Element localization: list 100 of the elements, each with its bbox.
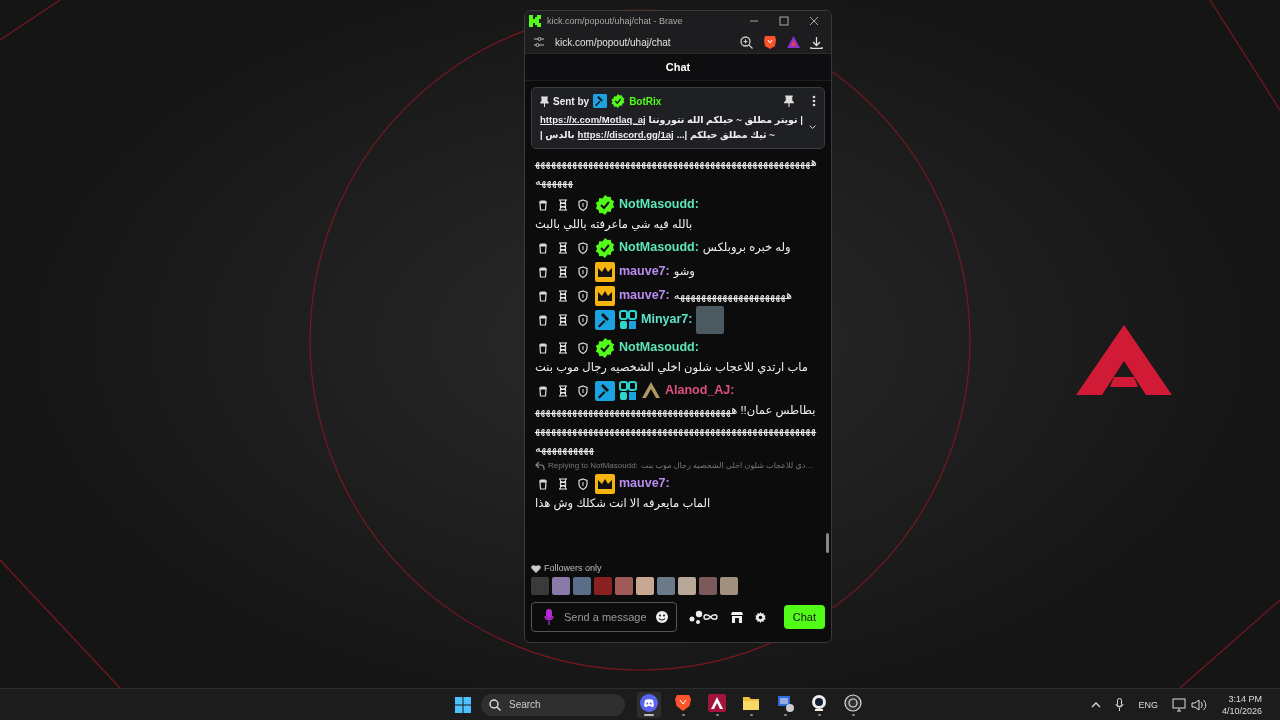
computer-icon [776,693,794,712]
chat-app-icon [640,693,658,712]
pin-icon [540,95,549,107]
message-text: الماب مايعرفه الا انت شكلك وش هذا [535,496,712,513]
maximize-icon[interactable] [779,16,789,26]
reply-label: Replying to NotMasoudd: [548,460,638,472]
message-text: هههههههههههههههههههههه [673,288,793,304]
close-icon[interactable] [809,16,819,26]
recorder-icon [844,693,862,712]
username[interactable]: mauve7: [619,474,670,493]
emote-image [696,306,725,334]
hourglass-icon[interactable] [557,385,569,397]
app-icon [708,693,726,712]
verified-badge-icon [611,94,626,108]
hourglass-icon[interactable] [557,290,569,302]
hourglass-icon[interactable] [557,478,569,490]
trash-icon[interactable] [537,385,549,397]
trash-icon[interactable] [537,314,549,326]
message-text: وله خبره بروبلكس [702,240,792,257]
store-icon[interactable] [731,611,743,623]
microphone-icon [544,609,554,625]
hammer-badge-icon [595,381,615,401]
sent-by-label: Sent by [553,95,590,107]
message-input[interactable]: Send a message [531,602,677,632]
verified-badge-icon [595,238,615,258]
trash-icon[interactable] [537,290,549,302]
hourglass-icon[interactable] [557,314,569,326]
hammer-badge-icon [593,94,608,108]
crown-badge-icon [595,286,615,306]
search-field[interactable]: Search [481,693,625,716]
shield-icon[interactable] [577,290,589,302]
shield-icon[interactable] [577,242,589,254]
pin-icon[interactable] [784,95,794,107]
clock-time: 3:14 PM [1228,692,1262,705]
username[interactable]: NotMasoudd: [619,238,699,257]
download-icon[interactable] [810,35,823,49]
hourglass-icon[interactable] [557,266,569,278]
shield-icon[interactable] [577,385,589,397]
scrollbar-thumb[interactable] [826,533,829,553]
hourglass-icon[interactable] [557,242,569,254]
message-text: بالله فيه شي ماعرفته باللي بالبث [535,217,694,233]
followers-only-label: Followers only [544,563,602,573]
trash-icon[interactable] [537,199,549,211]
taskbar-app[interactable] [637,691,661,718]
language-indicator[interactable]: ENG [1138,699,1158,710]
trash-icon[interactable] [537,242,549,254]
username[interactable]: Minyar7: [641,310,693,329]
trash-icon[interactable] [537,478,549,490]
triangle-icon[interactable] [787,36,800,48]
reply-arrow-icon [535,461,545,471]
crown-badge-icon [595,474,615,494]
verified-badge-icon [595,338,615,358]
link[interactable]: https://discord.gg/1aj [577,127,674,142]
username[interactable]: mauve7: [619,262,670,281]
chevron-down-icon[interactable] [808,124,816,130]
trash-icon[interactable] [537,266,549,278]
username[interactable]: mauve7: [619,286,670,305]
chat-send-button[interactable]: Chat [783,605,825,629]
site-settings-icon[interactable] [533,36,545,48]
clock[interactable]: 3:14 PM 4/10/2026 [1221,692,1262,717]
hourglass-icon[interactable] [557,199,569,211]
hourglass-icon[interactable] [557,342,569,354]
shield-icon[interactable] [577,342,589,354]
clock-date: 4/10/2026 [1221,704,1262,717]
message-text: بطاطس عمان!! هههههههههههههههههههههههههههههههههههههههههههههههههههههههههههههههههههههههههههههههههههههههههههههههههههههه [535,403,818,457]
logo-icon [1076,325,1172,395]
zoom-icon[interactable] [740,35,753,49]
emoji-icon [656,611,668,623]
microphone-icon[interactable] [1115,698,1125,711]
pinned-text: | تويتر مطلق ~ حيلكم الله تتوروننا [648,113,803,127]
lion-shield-icon[interactable] [763,34,777,50]
username[interactable]: NotMasoudd: [619,338,699,357]
taskbar-app[interactable] [705,691,729,718]
message-text: ماب ارتدي للاعجاب شلون اخلي الشخصيه رجال موب بنت [535,360,809,376]
chevron-up-icon[interactable] [1091,701,1102,708]
taskbar-app[interactable] [841,691,865,718]
window-title: kick.com/popout/uhaj/chat - Brave [547,16,684,26]
reply-quote: …دي للاعجاب شلون اخلي الشخصيه رجال موب بنت [640,460,814,472]
pinned-text: بالدس | [540,128,575,142]
username[interactable]: NotMasoudd: [619,195,699,214]
username[interactable]: Alanod_AJ: [665,381,735,400]
message-input[interactable]: Send a message [562,610,648,624]
shield-icon[interactable] [577,478,589,490]
shield-icon[interactable] [577,266,589,278]
points-infinity-icon[interactable] [689,610,719,624]
heart-icon [531,563,541,573]
start-icon[interactable] [455,696,471,713]
message-text: وشو [673,264,696,280]
network-volume-icon[interactable] [1171,697,1208,712]
more-icon[interactable] [812,95,816,107]
pinned-text: ~ ثيك مطلق حيلكم |... [676,128,775,142]
verified-badge-icon [595,195,615,215]
kick-logo-icon [529,15,541,27]
link[interactable]: https://x.com/Motlaq_aj [540,112,646,127]
shield-icon[interactable] [577,199,589,211]
settings-icon[interactable] [755,611,766,623]
shield-icon[interactable] [577,314,589,326]
hammer-badge-icon [595,310,615,330]
trash-icon[interactable] [537,342,549,354]
sender-name[interactable]: BotRix [629,95,662,107]
